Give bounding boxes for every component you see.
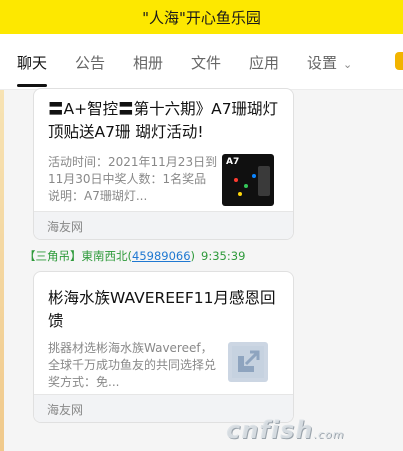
tab-files[interactable]: 文件 bbox=[191, 52, 221, 73]
chevron-down-icon: ⌄ bbox=[343, 58, 353, 71]
tab-settings[interactable]: 设置 ⌄ bbox=[307, 52, 352, 73]
thumb-dot bbox=[252, 174, 256, 178]
window-title: "人海"开心鱼乐园 bbox=[0, 0, 403, 34]
share-arrow-icon bbox=[232, 346, 264, 378]
tab-chat[interactable]: 聊天 bbox=[17, 52, 47, 73]
tab-album[interactable]: 相册 bbox=[133, 52, 163, 73]
card-title: 彬海水族WAVEREEF11月感恩回馈 bbox=[48, 289, 276, 330]
card-source: 海友网 bbox=[34, 211, 293, 239]
card-description: 挑器材选彬海水族Wavereef，全球千万成功鱼友的共同选择兑奖方式：免... bbox=[48, 341, 217, 389]
active-tab-indicator bbox=[17, 84, 47, 87]
site-watermark: cnfish.com bbox=[226, 416, 344, 444]
thumb-dot bbox=[234, 178, 238, 182]
chat-area[interactable]: 〓A+智控〓第十六期》A7珊瑚灯顶贴送A7珊 瑚灯活动! 活动时间：2021年1… bbox=[4, 88, 403, 451]
tab-apps[interactable]: 应用 bbox=[249, 52, 279, 73]
side-handle-icon[interactable] bbox=[395, 52, 403, 70]
card-description: 活动时间：2021年11月23日到11月30日中奖人数：1名奖品说明：A7珊瑚灯… bbox=[48, 155, 218, 203]
tab-bar: 聊天 公告 相册 文件 应用 设置 ⌄ bbox=[0, 34, 403, 90]
thumb-dot bbox=[238, 192, 242, 196]
message-time: 9:35:39 bbox=[201, 249, 246, 263]
sender-qq-link[interactable]: 45989066 bbox=[132, 249, 191, 263]
thumbnail-label: A7 bbox=[226, 157, 240, 167]
tab-settings-label: 设置 bbox=[307, 54, 338, 72]
sender-tag: 【三角吊】 bbox=[24, 249, 82, 263]
card-title: 〓A+智控〓第十六期》A7珊瑚灯顶贴送A7珊 瑚灯活动! bbox=[48, 100, 279, 141]
thumb-dot bbox=[244, 184, 248, 188]
link-card-1[interactable]: 〓A+智控〓第十六期》A7珊瑚灯顶贴送A7珊 瑚灯活动! 活动时间：2021年1… bbox=[33, 88, 294, 240]
link-card-2[interactable]: 彬海水族WAVEREEF11月感恩回馈 挑器材选彬海水族Wavereef，全球千… bbox=[33, 271, 294, 423]
watermark-suffix: .com bbox=[313, 428, 345, 441]
share-link-icon bbox=[228, 342, 268, 382]
tab-notice[interactable]: 公告 bbox=[75, 52, 105, 73]
card-thumbnail: A7 bbox=[222, 154, 274, 206]
watermark-main: cnfish bbox=[226, 416, 314, 444]
message-sender: 【三角吊】東南西北(45989066) 9:35:39 bbox=[24, 249, 246, 263]
sender-name[interactable]: 東南西北 bbox=[82, 249, 128, 263]
thumb-device-shape bbox=[258, 166, 270, 196]
